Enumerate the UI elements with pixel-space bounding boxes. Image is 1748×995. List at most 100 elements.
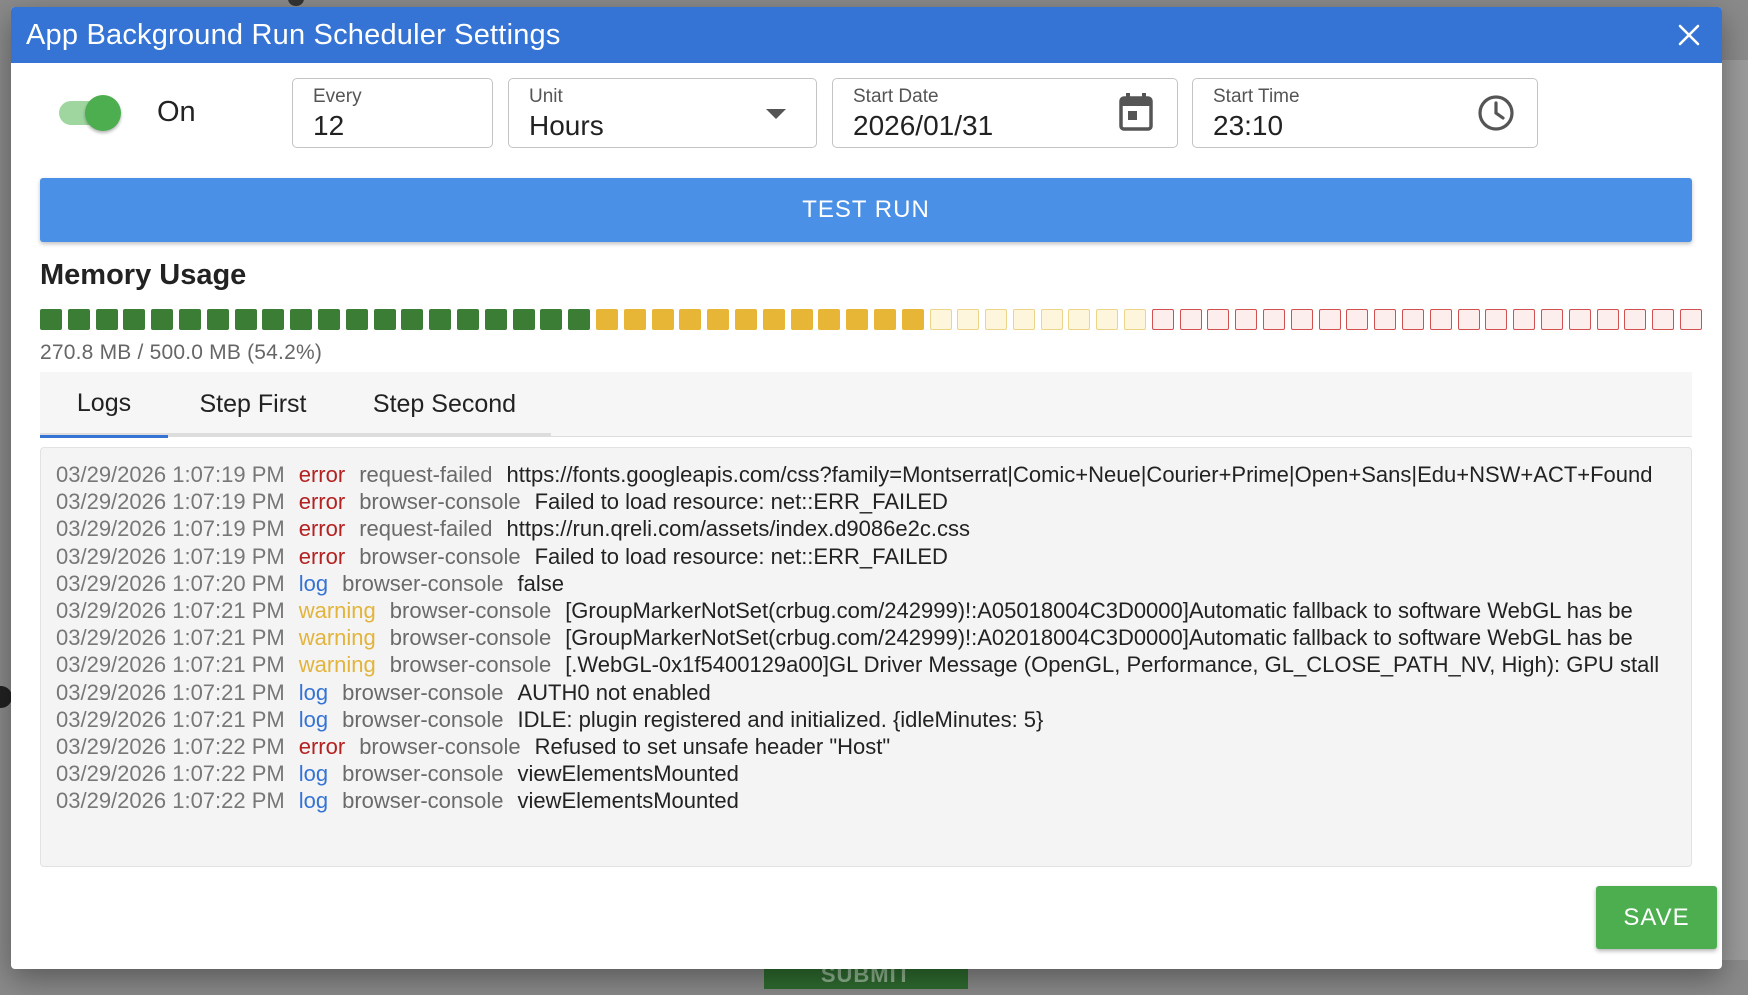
- log-message: [GroupMarkerNotSet(crbug.com/242999)!:A0…: [565, 598, 1633, 623]
- memory-cell-yellow: [818, 309, 841, 330]
- log-source: browser-console: [359, 543, 521, 569]
- memory-cell-yellow: [901, 309, 924, 330]
- memory-cell-yellow: [846, 309, 869, 330]
- log-row: 03/29/2026 1:07:21 PM warning browser-cons…: [56, 624, 1633, 652]
- log-level: warning: [298, 625, 376, 651]
- memory-cell-green: [151, 309, 174, 330]
- chevron-down-icon[interactable]: [766, 107, 786, 125]
- log-timestamp: 03/29/2026 1:07:20 PM: [56, 570, 285, 596]
- memory-cell-green: [95, 309, 118, 330]
- every-input[interactable]: 12: [313, 109, 472, 143]
- memory-cell-green: [345, 309, 368, 330]
- log-level: error: [298, 489, 346, 515]
- memory-cell-lightyellow: [1040, 309, 1063, 330]
- log-source: browser-console: [342, 788, 504, 814]
- log-source: browser-console: [389, 598, 552, 623]
- log-level: error: [298, 516, 346, 542]
- log-row: 03/29/2026 1:07:22 PM log browser-console v…: [56, 760, 739, 788]
- memory-cell-green: [262, 309, 285, 330]
- log-timestamp: 03/29/2026 1:07:19 PM: [56, 516, 285, 542]
- memory-cell-lightyellow: [929, 309, 952, 330]
- log-timestamp: 03/29/2026 1:07:21 PM: [56, 625, 285, 651]
- memory-cell-yellow: [707, 309, 730, 330]
- memory-cell-green: [40, 309, 62, 330]
- log-level: warning: [298, 598, 376, 623]
- test-run-button[interactable]: TEST RUN: [40, 178, 1692, 242]
- log-source: browser-console: [359, 734, 521, 759]
- toggle-thumb[interactable]: [85, 94, 121, 131]
- log-source: browser-console: [342, 706, 504, 732]
- clock-icon[interactable]: [1477, 94, 1515, 137]
- log-level: error: [298, 543, 346, 569]
- memory-cell-lightyellow: [985, 309, 1008, 330]
- memory-cell-green: [484, 309, 507, 330]
- memory-cell-red: [1402, 309, 1425, 330]
- log-level: warning: [298, 652, 376, 678]
- tab-step-second[interactable]: Step Second: [338, 372, 551, 436]
- unit-label: Unit: [529, 86, 563, 107]
- log-timestamp: 03/29/2026 1:07:19 PM: [56, 462, 285, 487]
- memory-usage-bar: [40, 309, 1708, 330]
- memory-cell-green: [67, 309, 90, 330]
- log-row: 03/29/2026 1:07:21 PM warning browser-cons…: [56, 651, 1659, 679]
- memory-cell-red: [1457, 309, 1480, 330]
- log-message: https://fonts.googleapis.com/css?family=…: [506, 462, 1653, 487]
- log-level: error: [298, 734, 346, 759]
- start-time-label: Start Time: [1213, 86, 1300, 107]
- tab-bar: Logs Step First Step Second: [40, 372, 1692, 438]
- logs-panel[interactable]: 03/29/2026 1:07:19 PM error request-failed…: [40, 447, 1692, 867]
- memory-cell-green: [206, 309, 229, 330]
- log-timestamp: 03/29/2026 1:07:21 PM: [56, 598, 285, 623]
- log-row: 03/29/2026 1:07:22 PM log browser-console v…: [56, 787, 739, 815]
- memory-cell-lightyellow: [957, 309, 980, 330]
- tab-logs[interactable]: Logs: [40, 372, 168, 438]
- calendar-icon[interactable]: [1119, 93, 1153, 136]
- memory-cell-yellow: [734, 309, 757, 330]
- unit-select[interactable]: Unit Hours: [508, 78, 817, 148]
- tab-step-first[interactable]: Step First: [168, 372, 338, 436]
- log-source: browser-console: [389, 625, 552, 651]
- start-date-input[interactable]: 2026/01/31: [853, 109, 1157, 143]
- log-row: 03/29/2026 1:07:21 PM warning browser-cons…: [56, 597, 1633, 625]
- enabled-toggle[interactable]: On: [59, 94, 196, 131]
- memory-cell-green: [290, 309, 313, 330]
- toggle-track[interactable]: [59, 94, 121, 131]
- background-avatar: [288, 0, 304, 6]
- log-timestamp: 03/29/2026 1:07:21 PM: [56, 706, 285, 732]
- start-time-field[interactable]: Start Time 23:10: [1192, 78, 1538, 148]
- schedule-settings-row: On Every 12 Unit Hours Start Date 2026/0…: [11, 78, 1722, 150]
- log-level: log: [298, 761, 329, 787]
- log-source: browser-console: [342, 570, 504, 596]
- log-level: error: [298, 462, 346, 487]
- memory-cell-lightyellow: [1012, 309, 1035, 330]
- every-field[interactable]: Every 12: [292, 78, 493, 148]
- memory-cell-green: [178, 309, 201, 330]
- log-row: 03/29/2026 1:07:19 PM error request-failed…: [56, 515, 970, 543]
- memory-cell-green: [568, 309, 591, 330]
- start-date-field[interactable]: Start Date 2026/01/31: [832, 78, 1178, 148]
- tab-step-second-label: Step Second: [372, 389, 517, 418]
- tab-logs-label: Logs: [76, 389, 132, 417]
- memory-cell-green: [234, 309, 257, 330]
- memory-cell-green: [123, 309, 146, 330]
- save-button[interactable]: SAVE: [1596, 886, 1717, 949]
- start-time-input[interactable]: 23:10: [1213, 109, 1517, 143]
- close-icon[interactable]: [1674, 20, 1704, 50]
- memory-cell-yellow: [679, 309, 702, 330]
- tab-step-first-label: Step First: [199, 389, 307, 418]
- memory-cell-red: [1485, 309, 1508, 330]
- log-message: Refused to set unsafe header "Host": [534, 734, 891, 759]
- memory-usage-title: Memory Usage: [40, 259, 247, 291]
- log-row: 03/29/2026 1:07:22 PM error browser-consol…: [56, 733, 890, 761]
- log-row: 03/29/2026 1:07:21 PM log browser-console A…: [56, 679, 711, 707]
- unit-value[interactable]: Hours: [529, 109, 796, 143]
- memory-usage-summary: 270.8 MB / 500.0 MB (54.2%): [40, 341, 323, 364]
- log-row: 03/29/2026 1:07:20 PM log browser-console f…: [56, 570, 564, 598]
- dialog-titlebar: App Background Run Scheduler Settings: [11, 7, 1722, 63]
- log-timestamp: 03/29/2026 1:07:21 PM: [56, 679, 285, 705]
- memory-cell-yellow: [873, 309, 896, 330]
- memory-cell-yellow: [595, 309, 618, 330]
- log-source: browser-console: [389, 652, 552, 678]
- memory-cell-green: [317, 309, 340, 330]
- memory-cell-red: [1374, 309, 1397, 330]
